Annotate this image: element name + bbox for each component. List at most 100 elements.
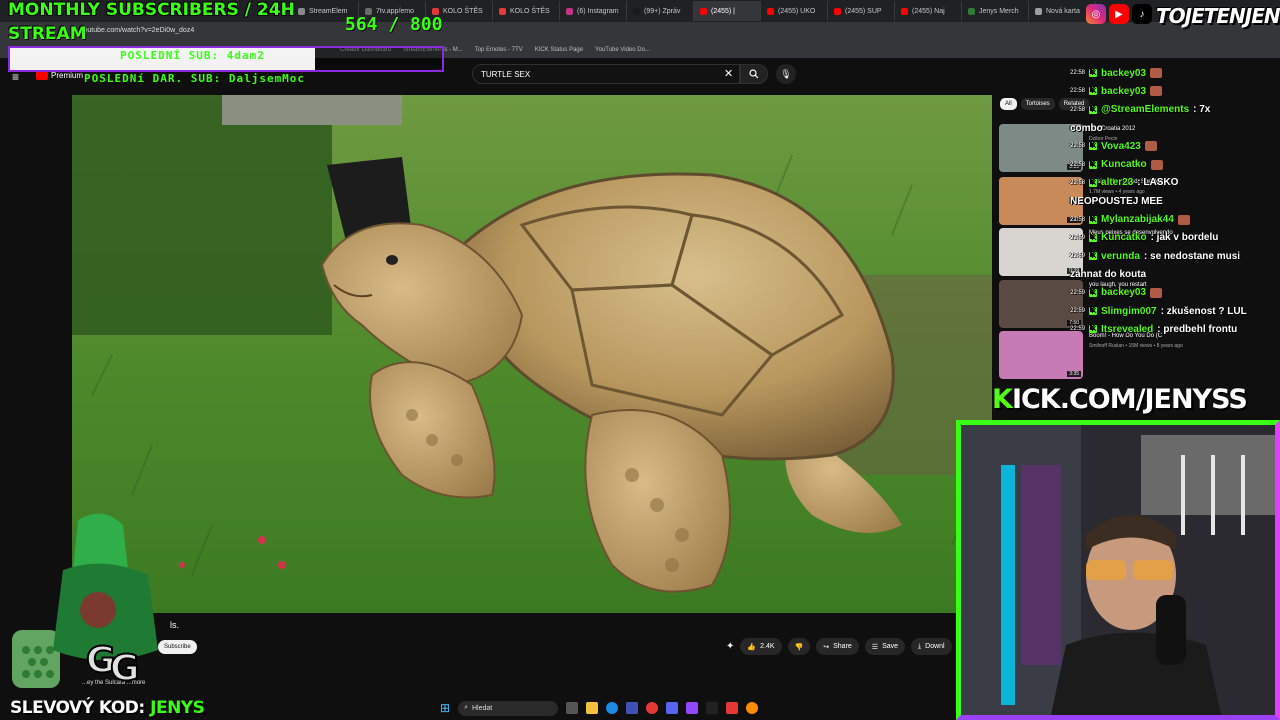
chat-text: : jak v bordelu [1150,232,1219,244]
browser-tab[interactable]: Jenys Merch [962,1,1029,21]
chat-username: verunda [1101,250,1140,262]
chat-emote-icon [1150,86,1163,97]
file-explorer-icon[interactable] [586,702,599,714]
ai-sparkle-icon[interactable]: ✦ [726,641,734,652]
save-button[interactable]: ☰ Save [864,638,906,655]
chat-username: alter23 [1101,177,1134,189]
chip-tortoises[interactable]: Tortoises [1020,98,1055,110]
chat-username: Kuncatko [1101,232,1147,244]
chrome-active-icon[interactable] [746,702,759,714]
url-text[interactable]: youtube.com/watch?v=2eDi0w_doz4 [80,27,194,34]
chat-text: NEOPOUSTEJ MEE [1070,195,1163,207]
browser-tab[interactable]: KOLO ŠTĚS [493,1,560,21]
kick-url-banner: KICK.COM/JENYSS [992,384,1248,415]
tab-favicon-icon [834,7,841,15]
chat-timestamp: 22:58 [1070,179,1086,186]
youtube-icon: ▶ [1109,4,1129,24]
streamelements-icon[interactable] [726,702,739,714]
bookmark-item[interactable]: KICK Status Page [535,47,583,53]
tab-label: StreamElem [309,7,348,15]
premium-label: Premium [51,71,84,80]
tab-label: (2455) SUP [845,7,882,15]
edge-icon[interactable] [606,702,619,714]
store-icon[interactable] [626,702,639,714]
chat-emote-icon [1150,159,1163,170]
chat-timestamp: 22:59 [1070,326,1086,333]
obs-icon[interactable] [706,702,719,714]
share-button[interactable]: ↪ Share [816,638,859,655]
tab-label: KOLO ŠTĚS [510,7,550,15]
search-button[interactable] [740,64,768,84]
tab-favicon-icon [566,7,573,15]
kick-badge-icon: K [1089,178,1098,187]
chat-timestamp: 22:59 [1070,234,1086,241]
video-player[interactable] [72,95,992,613]
chat-message: 22:58 K Kuncatko [1070,155,1280,173]
taskbar-search-label: Hledat [471,704,493,712]
youtube-logo[interactable]: Premium [36,71,83,80]
instagram-icon: ◎ [1086,4,1106,24]
browser-tab[interactable]: (99+) Zpráv [627,1,694,21]
like-button[interactable]: 👍 2.4K [740,638,782,655]
save-label: Save [882,643,899,650]
discord-icon[interactable] [666,702,679,714]
tab-label: (99+) Zpráv [644,7,681,15]
bookmark-item[interactable]: Top Emotes - 7TV [475,47,523,53]
webcam-image [961,425,1275,715]
promo-code: JENYS [150,698,205,718]
voice-search-button[interactable]: 🎙 [776,64,796,84]
tab-label: (2455) | [711,7,735,15]
video-frame-tortoise [72,95,992,613]
sponsor-mascot: G G [8,500,178,700]
last-subscriber: POSLEDNÍ SUB: 4dam2 [120,49,265,62]
task-view-icon[interactable] [566,702,579,714]
chat-text: : LASKO [1137,177,1179,189]
kick-badge-icon: K [1089,252,1098,261]
download-button[interactable]: ⤓ Downl [911,638,952,655]
chat-timestamp: 22:59 [1070,253,1086,260]
chat-message: 22:58 Kbackey03 [1070,64,1280,82]
chat-username: backey03 [1101,85,1147,97]
chrome-icon[interactable] [646,702,659,714]
overlay-title-line2: STREAM [8,24,87,44]
tab-favicon-icon [1035,7,1042,15]
chat-message: 22:59 Kverunda: se nedostane musi [1070,247,1280,265]
bookmark-item[interactable]: YouTube Video Do... [595,47,650,53]
chat-text: : se nedostane musi [1143,250,1241,262]
browser-tab[interactable]: (6) Instagram [560,1,627,21]
kick-badge-icon: K [1089,307,1098,315]
clear-search-icon[interactable]: ✕ [724,67,733,80]
kick-badge-icon: K [1089,142,1098,151]
tab-favicon-icon [298,7,305,15]
windows-start-icon[interactable]: ⊞ [440,701,450,715]
browser-tab[interactable]: (2455) SUP [828,1,895,21]
kick-badge-icon: K [1089,69,1098,78]
app-icon[interactable] [686,702,699,714]
chat-username: backey03 [1101,67,1147,79]
search-input[interactable]: TURTLE SEX [472,64,740,84]
kick-url-text: ICK.COM/JENYSS [1011,384,1248,415]
browser-tab[interactable]: (2455) Naj [895,1,962,21]
download-icon: ⤓ [918,642,922,650]
chat-message: 22:59 K Slimgim007: zkušenost ? LUL [1070,302,1280,320]
chat-timestamp: 22:59 [1070,289,1086,296]
browser-tab[interactable]: (2455) UKO [761,1,828,21]
webcam-feed [956,420,1280,720]
recommendation-meta: Smilnoff Ruslan • 15M views • 8 years ag… [1089,343,1183,349]
chat-message: 22:58 K @StreamElements: 7x [1070,101,1280,119]
browser-tab[interactable]: (2455) | [694,1,761,21]
chip-all[interactable]: All [1000,98,1017,110]
svg-text:G: G [110,648,140,689]
tab-label: KOLO ŠTĚS [443,7,483,15]
chat-username: Mylanzabijak44 [1101,214,1174,226]
kick-badge-icon: K [1089,288,1098,297]
chat-timestamp: 22:58 [1070,70,1086,77]
hamburger-menu-icon[interactable]: ≡ [12,70,19,84]
taskbar-search[interactable]: ⌕ Hledat [458,700,559,716]
dislike-button[interactable]: 👎 [787,638,811,655]
chat-username: @StreamElements [1101,104,1190,116]
chat-timestamp: 22:58 [1070,106,1086,113]
chat-message: 22:58 Kbackey03 [1070,82,1280,100]
chat-username: Kuncatko [1101,159,1147,171]
chat-text: zahnat do kouta [1070,268,1147,280]
